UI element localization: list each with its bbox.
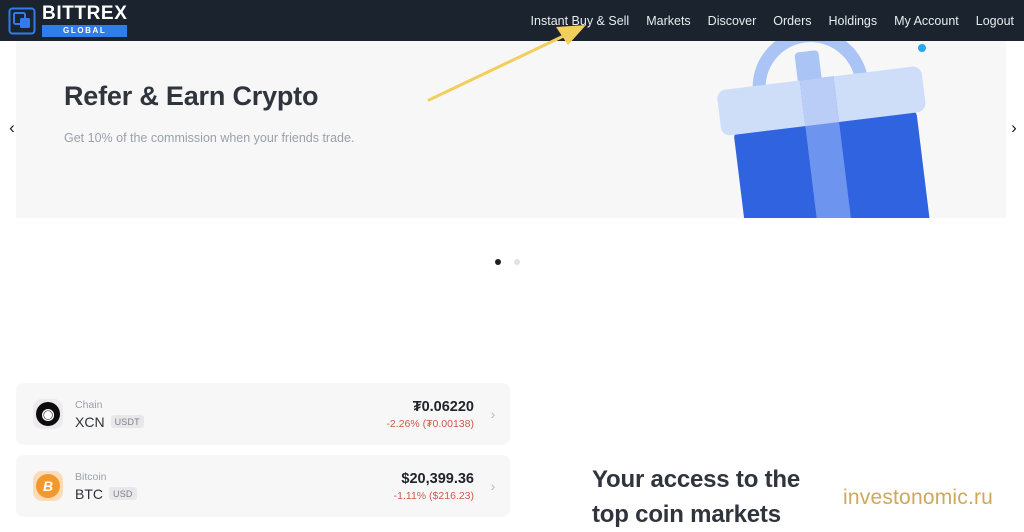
xcn-coin-glyph: ◉: [36, 402, 60, 426]
nav-item-my-account[interactable]: My Account: [894, 14, 959, 28]
coin-name-block: Bitcoin BTC USD: [75, 471, 137, 502]
nav-item-markets[interactable]: Markets: [646, 14, 690, 28]
coin-name-block: Chain XCN USDT: [75, 399, 144, 430]
gift-box-illustration: [694, 41, 968, 218]
btc-coin-glyph: B: [36, 474, 60, 498]
coin-row-chevron-icon[interactable]: ›: [482, 406, 504, 422]
coin-symbol: BTC: [75, 485, 103, 502]
coin-value-block: $20,399.36 -1.11% ($216.23): [394, 471, 474, 502]
carousel-next-icon[interactable]: ›: [1004, 117, 1024, 139]
banner-title: Refer & Earn Crypto: [64, 81, 319, 111]
decorative-dot: [918, 44, 926, 52]
logo-wordmark: BITTREX: [42, 3, 128, 24]
promo-banner-card[interactable]: Refer & Earn Crypto Get 10% of the commi…: [16, 41, 1006, 218]
xcn-coin-icon: ◉: [33, 399, 63, 429]
top-header-bar: BITTREX GLOBAL Instant Buy & Sell Market…: [0, 0, 1024, 41]
nav-item-holdings[interactable]: Holdings: [829, 14, 878, 28]
coin-price: ₮0.06220: [412, 398, 474, 415]
coin-fullname: Bitcoin: [75, 470, 107, 483]
banner-subtitle: Get 10% of the commission when your frie…: [64, 131, 355, 145]
nav-item-logout[interactable]: Logout: [976, 14, 1014, 28]
main-navigation: Instant Buy & Sell Markets Discover Orde…: [531, 0, 1014, 41]
carousel-dot-1[interactable]: [495, 259, 501, 265]
coin-value-block: ₮0.06220 -2.26% (₮0.00138): [386, 399, 474, 430]
nav-item-orders[interactable]: Orders: [773, 14, 811, 28]
coin-row-chevron-icon[interactable]: ›: [482, 478, 504, 494]
brand-logo[interactable]: BITTREX GLOBAL: [8, 3, 128, 37]
coin-change: -2.26% (₮0.00138): [386, 417, 474, 430]
nav-item-instant-buy-sell[interactable]: Instant Buy & Sell: [531, 14, 630, 28]
site-watermark: investonomic.ru: [843, 486, 994, 509]
carousel-prev-icon[interactable]: ‹: [2, 117, 22, 139]
carousel-dots: [495, 259, 520, 265]
logo-subtitle: GLOBAL: [42, 25, 128, 37]
coin-change: -1.11% ($216.23): [393, 489, 474, 502]
coin-pair-badge: USDT: [110, 415, 144, 428]
carousel-dot-2[interactable]: [514, 259, 520, 265]
coin-fullname: Chain: [75, 398, 103, 411]
coin-pair-badge: USD: [109, 487, 137, 500]
coin-row-btc[interactable]: B Bitcoin BTC USD $20,399.36 -1.11% ($21…: [16, 455, 510, 517]
btc-coin-icon: B: [33, 471, 63, 501]
coin-symbol: XCN: [75, 413, 105, 430]
bittrex-logo-icon: [8, 7, 36, 35]
coin-row-xcn[interactable]: ◉ Chain XCN USDT ₮0.06220 -2.26% (₮0.001…: [16, 383, 510, 445]
nav-item-discover[interactable]: Discover: [708, 14, 757, 28]
coin-price: $20,399.36: [401, 470, 474, 487]
